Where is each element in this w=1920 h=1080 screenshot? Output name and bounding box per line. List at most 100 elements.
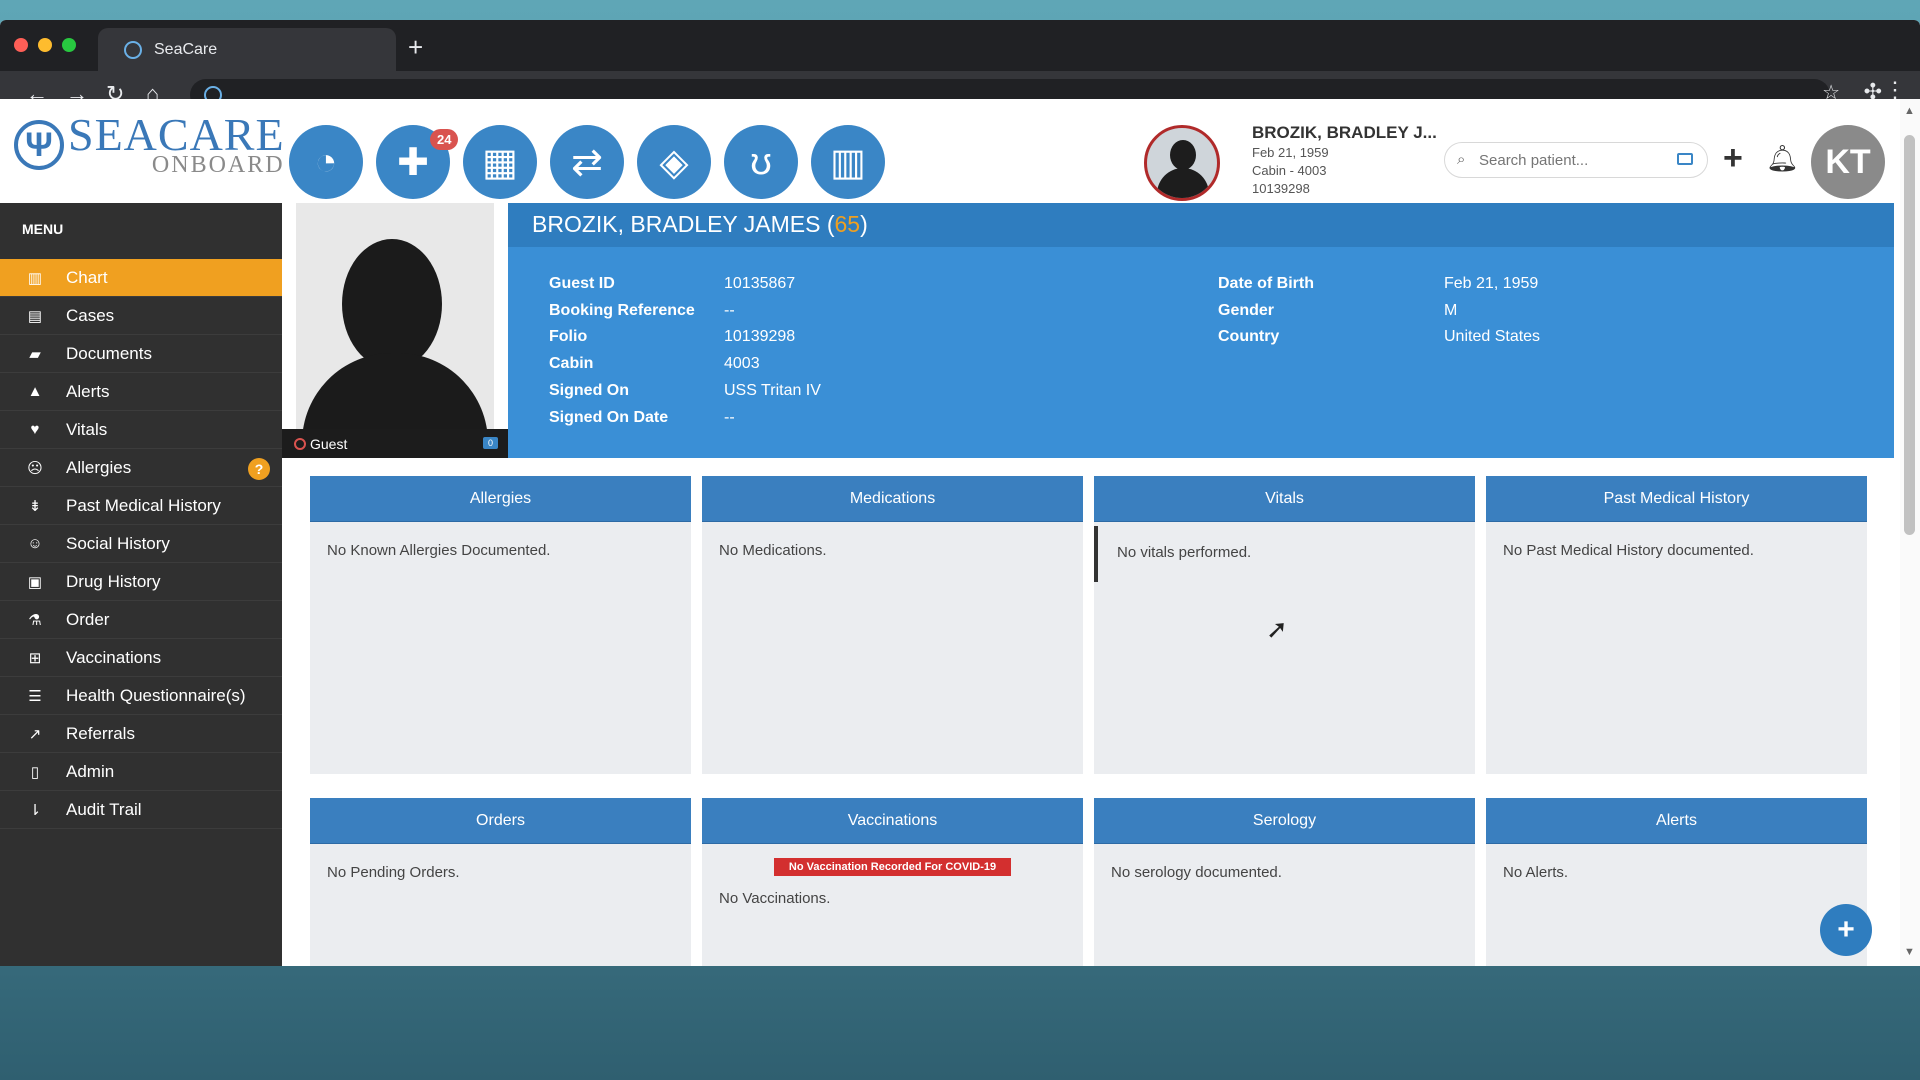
cabin-label: Cabin (549, 355, 594, 372)
scroll-up-arrow-icon[interactable]: ▲ (1904, 105, 1915, 117)
panel-text: No Vaccinations. (719, 890, 831, 907)
dashboard-pie-icon[interactable]: ◔ (289, 125, 363, 199)
add-button[interactable]: + (1723, 139, 1743, 178)
patient-photo[interactable] (296, 203, 494, 429)
guest-id-value: 10135867 (724, 275, 796, 292)
sidebar-item-label: Referrals (66, 723, 135, 743)
sidebar-item-documents[interactable]: ▰ Documents (0, 335, 282, 373)
scroll-down-arrow-icon[interactable]: ▼ (1904, 946, 1915, 958)
transfer-arrows-icon[interactable]: ⇄ (550, 125, 624, 199)
bell-icon[interactable]: 🔔︎ (1766, 143, 1799, 174)
panel-title[interactable]: Vitals (1094, 476, 1475, 522)
sidebar-item-drug-history[interactable]: ▣ Drug History (0, 563, 282, 601)
patient-full-name: BROZIK, BRADLEY JAMES (65) (508, 203, 1894, 247)
plus-square-icon: ⊞ (28, 649, 42, 667)
sidebar-item-label: Allergies (66, 457, 132, 477)
browser-titlebar: SeaCare + (0, 20, 1920, 71)
panel-title[interactable]: Past Medical History (1486, 476, 1867, 522)
guest-status-bar: Guest 0 (282, 429, 508, 458)
guest-status-label: Guest (310, 435, 348, 452)
sidebar-item-label: Health Questionnaire(s) (66, 685, 246, 705)
share-icon: ↗ (28, 725, 42, 743)
patient-age: 65 (834, 211, 861, 237)
panel-text: No vitals performed. (1117, 544, 1252, 561)
stethoscope-icon[interactable]: ʊ (724, 125, 798, 199)
heart-icon: ♥ (30, 421, 40, 438)
panel-title[interactable]: Serology (1094, 798, 1475, 844)
new-tab-button[interactable]: + (408, 32, 423, 63)
covid-alert-badge: No Vaccination Recorded For COVID-19 (774, 858, 1011, 876)
signed-on-date-value: -- (724, 409, 735, 426)
panel-text: No serology documented. (1111, 864, 1282, 881)
warning-icon: ▲ (27, 383, 43, 400)
maximize-window-button[interactable] (62, 38, 76, 52)
panel-title[interactable]: Vaccinations (702, 798, 1083, 844)
sidebar-item-past-medical-history[interactable]: ⇟ Past Medical History (0, 487, 282, 525)
panel-text: No Past Medical History documented. (1503, 542, 1754, 559)
browser-tab[interactable]: SeaCare (98, 28, 396, 71)
calendar-icon[interactable]: ▦ (463, 125, 537, 199)
sidebar-item-order[interactable]: ⚗ Order (0, 601, 282, 639)
signed-on-label: Signed On (549, 382, 629, 399)
smile-icon: ☺ (27, 535, 43, 552)
sidebar-item-cases[interactable]: ▤ Cases (0, 297, 282, 335)
scroll-thumb[interactable] (1904, 135, 1915, 535)
header-patient-dob: Feb 21, 1959 (1252, 145, 1329, 160)
vaccinations-panel: Vaccinations No Vaccination Recorded For… (702, 798, 1083, 966)
floating-add-button[interactable]: + (1820, 904, 1872, 956)
sidebar-item-label: Cases (66, 305, 115, 325)
patient-avatar[interactable] (1144, 125, 1220, 201)
sidebar-item-label: Past Medical History (66, 495, 221, 515)
sidebar-item-label: Vaccinations (66, 647, 162, 667)
user-avatar[interactable]: KT (1811, 125, 1885, 199)
seacare-logo[interactable]: Ψ SEACARE ONBOARD (14, 109, 285, 177)
search-input[interactable] (1479, 149, 1669, 171)
guest-id-label: Guest ID (549, 275, 615, 292)
alerts-panel: Alerts No Alerts. (1486, 798, 1867, 966)
patient-search: ⌕ (1444, 142, 1708, 178)
minimize-window-button[interactable] (38, 38, 52, 52)
sidebar-item-vitals[interactable]: ♥ Vitals (0, 411, 282, 449)
sidebar-item-chart[interactable]: ▥ Chart (0, 259, 282, 297)
card-scan-icon[interactable] (1677, 153, 1693, 165)
panel-title[interactable]: Allergies (310, 476, 691, 522)
notification-count-badge: 24 (430, 129, 459, 150)
panel-title[interactable]: Orders (310, 798, 691, 844)
signed-on-date-label: Signed On Date (549, 409, 669, 426)
face-icon: ☹ (27, 459, 43, 477)
bar-chart-icon[interactable]: ▥ (811, 125, 885, 199)
sidebar-item-vaccinations[interactable]: ⊞ Vaccinations (0, 639, 282, 677)
booking-reference-label: Booking Reference (549, 302, 695, 319)
gender-value: M (1444, 302, 1458, 319)
sidebar-item-audit-trail[interactable]: ⇂ Audit Trail (0, 791, 282, 829)
logo-name: SEACARE (68, 109, 285, 160)
folio-label: Folio (549, 328, 588, 345)
panel-title[interactable]: Medications (702, 476, 1083, 522)
sidebar-item-alerts[interactable]: ▲ Alerts (0, 373, 282, 411)
sidebar-item-label: Audit Trail (66, 799, 142, 819)
tab-title: SeaCare (154, 40, 218, 58)
serology-panel: Serology No serology documented. (1094, 798, 1475, 966)
panel-title[interactable]: Alerts (1486, 798, 1867, 844)
sidebar-item-social-history[interactable]: ☺ Social History (0, 525, 282, 563)
sidebar-item-admin[interactable]: ▯ Admin (0, 753, 282, 791)
trident-logo-icon: Ψ (14, 120, 64, 170)
sidebar-item-label: Alerts (66, 381, 110, 401)
sidebar-item-label: Admin (66, 761, 115, 781)
sidebar-item-label: Chart (66, 267, 108, 287)
archive-icon: ▤ (27, 307, 43, 325)
sidebar-item-label: Order (66, 609, 110, 629)
gender-label: Gender (1218, 302, 1275, 319)
sidebar-item-health-questionnaires[interactable]: ☰ Health Questionnaire(s) (0, 677, 282, 715)
page-scrollbar[interactable]: ▲ ▼ (1900, 99, 1920, 966)
panel-text: No Medications. (719, 542, 827, 559)
close-window-button[interactable] (14, 38, 28, 52)
dropbox-icon[interactable]: ◈ (637, 125, 711, 199)
sidebar-item-allergies[interactable]: ☹ Allergies ? (0, 449, 282, 487)
app-header: Ψ SEACARE ONBOARD ◔ ✚ 24 ▦ ⇄ ◈ ʊ ▥ BROZI… (0, 99, 1900, 203)
country-label: Country (1218, 328, 1280, 345)
sidebar-item-label: Drug History (66, 571, 161, 591)
guest-chip[interactable]: 0 (482, 437, 498, 449)
sidebar-item-referrals[interactable]: ↗ Referrals (0, 715, 282, 753)
allergies-warning-badge: ? (248, 458, 270, 480)
